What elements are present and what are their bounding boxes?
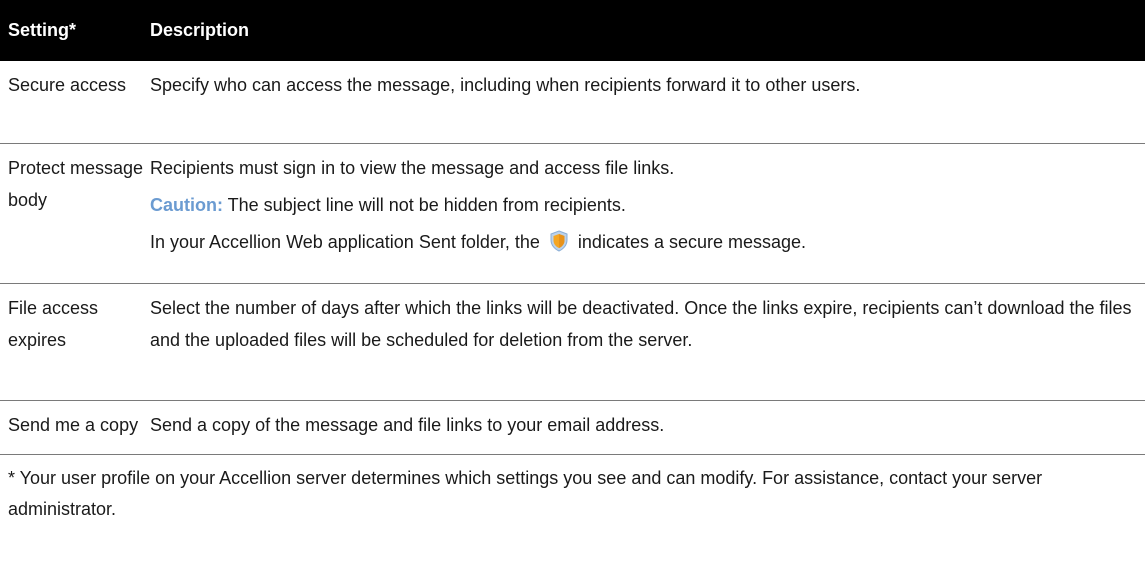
setting-column-header: Setting*: [8, 20, 77, 40]
table-row: Secure access Specify who can access the…: [0, 61, 1145, 144]
caution-note: Caution: The subject line will not be hi…: [150, 189, 1135, 221]
settings-table: Setting* Description Secure access Speci…: [0, 0, 1145, 455]
shield-icon: [550, 230, 568, 252]
table-header-row: Setting* Description: [0, 0, 1145, 61]
setting-name: Send me a copy: [0, 400, 150, 455]
setting-description: Specify who can access the message, incl…: [150, 61, 1145, 144]
caution-text: The subject line will not be hidden from…: [222, 195, 626, 215]
description-column-header: Description: [150, 20, 250, 40]
protect-description-text: Recipients must sign in to view the mess…: [150, 158, 675, 178]
setting-description: Send a copy of the message and file link…: [150, 400, 1145, 455]
setting-description: Select the number of days after which th…: [150, 283, 1145, 401]
table-row: Protect message body Recipients must sig…: [0, 143, 1145, 284]
caution-label: Caution:: [150, 195, 223, 215]
sent-folder-text-before: In your Accellion Web application Sent f…: [150, 232, 545, 252]
setting-description: Recipients must sign in to view the mess…: [150, 143, 1145, 284]
table-row: File access expires Select the number of…: [0, 283, 1145, 401]
sent-folder-note: In your Accellion Web application Sent f…: [150, 226, 1135, 258]
table-row: Send me a copy Send a copy of the messag…: [0, 400, 1145, 455]
settings-footnote: * Your user profile on your Accellion se…: [8, 468, 1043, 519]
sent-folder-text-after: indicates a secure message.: [572, 232, 807, 252]
setting-name: Secure access: [0, 61, 150, 144]
setting-name: File access expires: [0, 283, 150, 401]
settings-document: Setting* Description Secure access Speci…: [0, 0, 1145, 525]
setting-name: Protect message body: [0, 143, 150, 284]
